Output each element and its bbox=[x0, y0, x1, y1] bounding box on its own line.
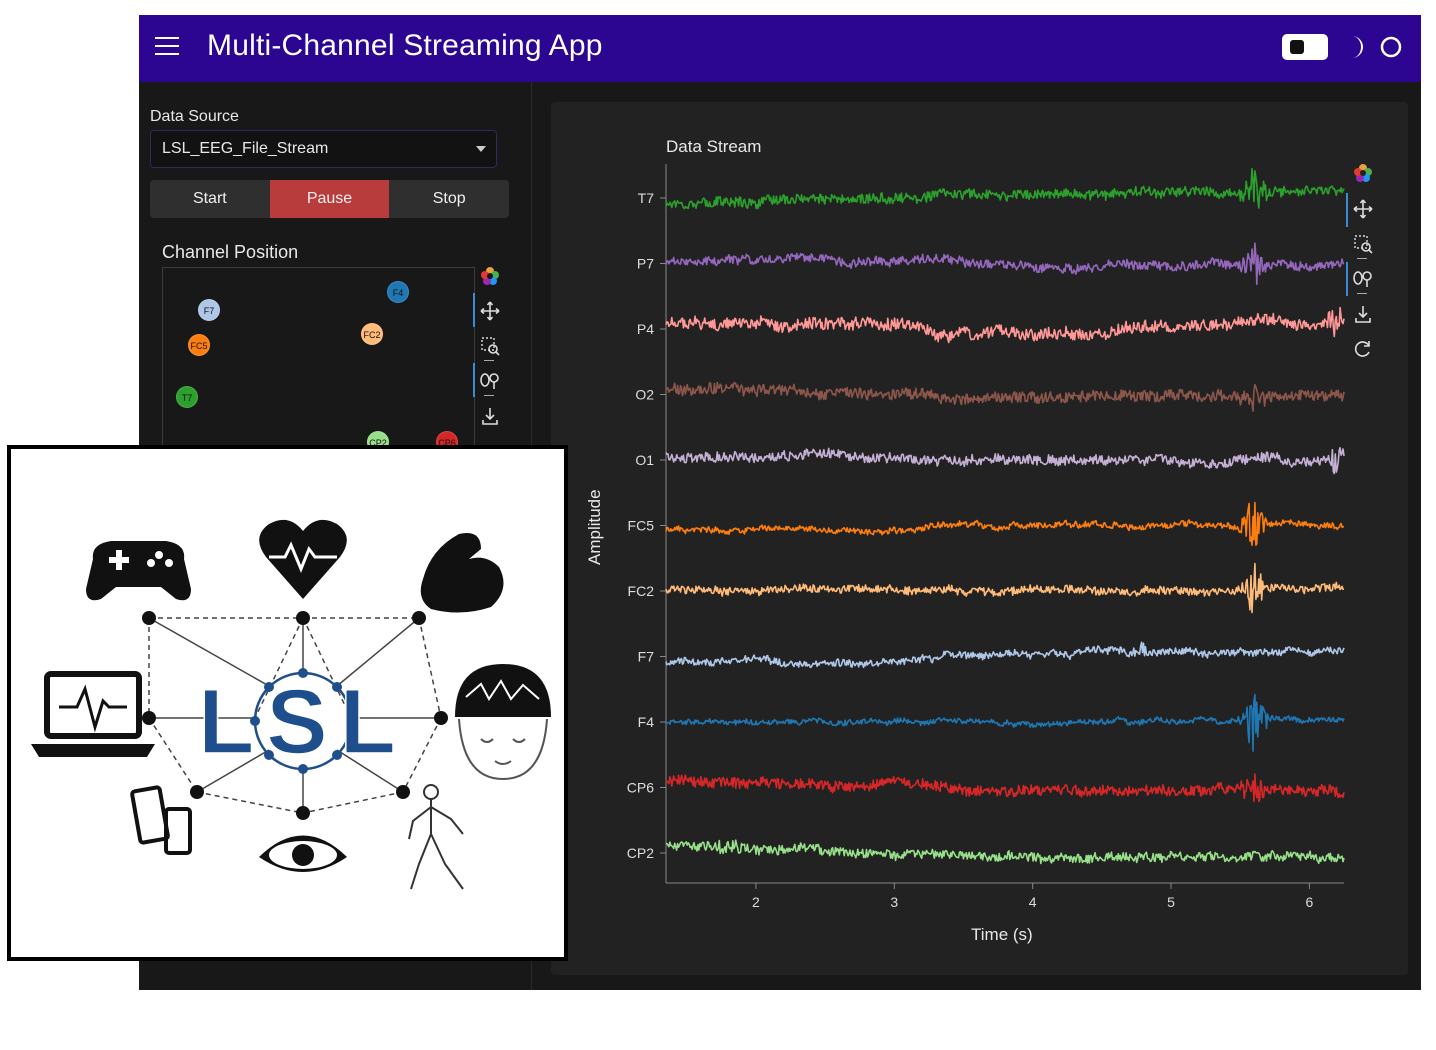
active-tool-indicator bbox=[473, 293, 475, 327]
heart-rate-icon bbox=[259, 519, 347, 599]
y-tick-label: F7 bbox=[638, 649, 655, 665]
series-line-fc2 bbox=[665, 562, 1345, 614]
y-tick-label: F4 bbox=[638, 714, 655, 730]
active-tool-indicator bbox=[1346, 193, 1348, 227]
series-line-fc5 bbox=[665, 501, 1345, 547]
data-source-select[interactable]: LSL_EEG_File_Stream bbox=[150, 130, 497, 168]
laptop-ecg-icon bbox=[31, 671, 155, 757]
hamburger-menu-icon[interactable] bbox=[155, 37, 179, 57]
chevron-down-icon bbox=[476, 146, 486, 152]
skeleton-icon bbox=[408, 784, 464, 890]
channel-dot-f7[interactable]: F7 bbox=[198, 299, 220, 321]
series-line-p7 bbox=[665, 242, 1345, 285]
channel-dot-fc5[interactable]: FC5 bbox=[188, 334, 210, 356]
circle-icon[interactable] bbox=[1379, 35, 1403, 59]
stream-control-buttons: Start Pause Stop bbox=[150, 180, 509, 218]
channel-dot-f4[interactable]: F4 bbox=[387, 281, 409, 303]
start-button[interactable]: Start bbox=[150, 180, 270, 218]
y-tick-label: FC2 bbox=[628, 583, 655, 599]
y-tick-label: CP6 bbox=[627, 780, 654, 796]
channel-position-title: Channel Position bbox=[162, 242, 299, 262]
phone-tablet-icon bbox=[130, 785, 192, 855]
channel-dot-label: FC5 bbox=[190, 341, 208, 351]
channel-dot-label: FC2 bbox=[363, 330, 381, 340]
x-axis-title: Time (s) bbox=[971, 925, 1033, 944]
channel-dot-fc2[interactable]: FC2 bbox=[361, 323, 383, 345]
data-source-value: LSL_EEG_File_Stream bbox=[162, 140, 329, 157]
save-icon[interactable] bbox=[478, 404, 502, 428]
active-tool-indicator bbox=[473, 363, 475, 397]
channel-position-toolbar bbox=[473, 265, 504, 445]
data-source-label: Data Source bbox=[150, 108, 239, 125]
y-tick-label: O1 bbox=[635, 452, 654, 468]
toolbar-divider bbox=[484, 360, 494, 361]
series-line-o1 bbox=[665, 446, 1345, 475]
lsl-logo-text: LSL bbox=[198, 671, 408, 773]
y-tick-label: P7 bbox=[637, 256, 654, 272]
pause-button[interactable]: Pause bbox=[269, 180, 390, 218]
channel-dot-label: F7 bbox=[203, 306, 215, 316]
channel-dot-label: F4 bbox=[392, 288, 404, 298]
y-tick-label: P4 bbox=[637, 321, 654, 337]
eye-icon bbox=[259, 835, 347, 872]
toolbar-divider bbox=[1357, 258, 1367, 259]
data-stream-card: Data Stream T7 P7 P4 O2 O1 FC5 FC2 F7 F4 CP6 CP2 2… bbox=[551, 102, 1408, 975]
wheel-zoom-icon[interactable] bbox=[478, 369, 502, 393]
x-tick-label: 2 bbox=[752, 894, 760, 910]
toolbar-divider bbox=[1357, 293, 1367, 294]
y-tick-label: T7 bbox=[638, 190, 655, 206]
bokeh-logo-icon[interactable] bbox=[1351, 162, 1375, 186]
box-zoom-icon[interactable] bbox=[478, 334, 502, 358]
reset-icon[interactable] bbox=[1351, 337, 1375, 361]
x-tick-label: 3 bbox=[890, 894, 898, 910]
y-tick-label: CP2 bbox=[627, 845, 654, 861]
app-title: Multi-Channel Streaming App bbox=[207, 29, 603, 62]
lsl-logo-graphic: LSL bbox=[31, 519, 551, 890]
pan-icon[interactable] bbox=[478, 299, 502, 323]
channel-position-plot[interactable]: F7 F4 FC2 FC5 T7 CP2 CP6 bbox=[162, 267, 475, 467]
series-line-o2 bbox=[665, 381, 1345, 412]
series-line-cp6 bbox=[665, 773, 1345, 803]
channel-dot-t7[interactable]: T7 bbox=[176, 386, 198, 408]
x-tick-label: 4 bbox=[1029, 894, 1037, 910]
box-zoom-icon[interactable] bbox=[1351, 232, 1375, 256]
y-axis-title: Amplitude bbox=[585, 489, 604, 565]
series-line-f7 bbox=[665, 641, 1345, 669]
app-header: Multi-Channel Streaming App bbox=[139, 15, 1421, 82]
y-tick-label: O2 bbox=[635, 387, 654, 403]
x-tick-label: 5 bbox=[1167, 894, 1175, 910]
lsl-logo-overlay: LSL bbox=[7, 445, 568, 961]
gamepad-icon bbox=[86, 541, 191, 601]
active-tool-indicator bbox=[1346, 262, 1348, 296]
series-line-t7 bbox=[665, 167, 1345, 210]
series-line-p4 bbox=[665, 306, 1345, 344]
data-stream-toolbar bbox=[1346, 162, 1377, 362]
channel-dot-label: T7 bbox=[181, 393, 193, 403]
toggle-switch-icon[interactable] bbox=[1282, 34, 1328, 60]
wheel-zoom-icon[interactable] bbox=[1351, 267, 1375, 291]
x-tick-label: 6 bbox=[1306, 894, 1314, 910]
data-stream-plot[interactable]: T7 P7 P4 O2 O1 FC5 FC2 F7 F4 CP6 CP2 2 3 4 5 6 bbox=[551, 102, 1408, 975]
series-line-f4 bbox=[665, 693, 1345, 752]
y-tick-label: FC5 bbox=[628, 518, 655, 534]
muscle-icon bbox=[420, 533, 504, 613]
toolbar-divider bbox=[484, 395, 494, 396]
moon-icon[interactable] bbox=[1343, 33, 1369, 61]
pan-icon[interactable] bbox=[1351, 197, 1375, 221]
series-line-cp2 bbox=[665, 839, 1345, 865]
bokeh-logo-icon[interactable] bbox=[478, 265, 502, 289]
save-icon[interactable] bbox=[1351, 302, 1375, 326]
stop-button[interactable]: Stop bbox=[389, 180, 509, 218]
eeg-head-icon bbox=[455, 664, 551, 781]
